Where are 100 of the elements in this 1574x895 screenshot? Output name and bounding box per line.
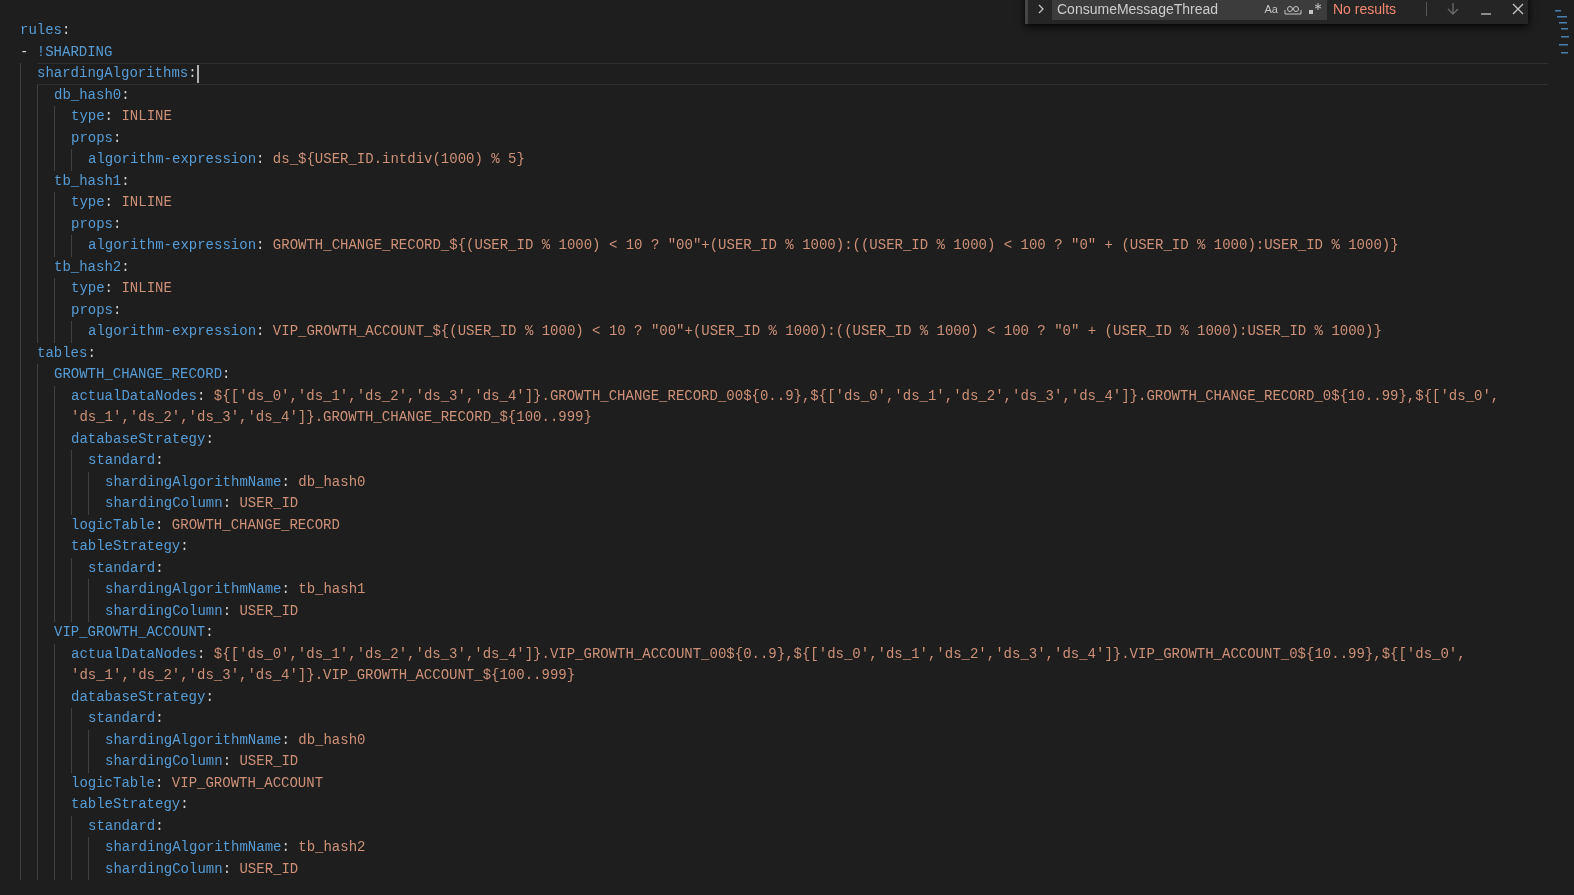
colon: : — [62, 21, 71, 40]
yaml-key: type — [71, 192, 105, 214]
yaml-key: shardingAlgorithmName — [105, 837, 282, 859]
yaml-value: USER_ID — [239, 752, 299, 771]
yaml-key: databaseStrategy — [71, 686, 206, 708]
colon: : — [256, 150, 265, 169]
yaml-key: props — [71, 213, 113, 235]
yaml-key: actualDataNodes — [71, 385, 198, 407]
yaml-key: logicTable — [71, 772, 155, 794]
colon: : — [222, 752, 232, 771]
colon: : — [197, 386, 206, 406]
colon: : — [222, 365, 231, 384]
yaml-value: USER_ID — [239, 494, 299, 513]
yaml-key: shardingAlgorithmName — [105, 471, 282, 493]
regex-icon[interactable] — [1308, 2, 1322, 16]
colon: : — [256, 322, 265, 341]
colon: : — [256, 236, 265, 255]
colon: : — [180, 537, 189, 556]
yaml-key: shardingColumn — [105, 600, 223, 622]
colon: : — [155, 816, 164, 836]
yaml-value: 'ds_1','ds_2','ds_3','ds_4']}.VIP_GROWTH_ACCOUNT_${100..999} — [71, 666, 576, 685]
yaml-value: INLINE — [121, 193, 172, 212]
colon: : — [205, 623, 214, 642]
chevron-right-icon[interactable] — [1036, 3, 1046, 15]
colon: : — [180, 795, 189, 814]
colon: : — [87, 343, 96, 363]
yaml-key: algorithm-expression — [88, 235, 257, 257]
yaml-value: ds_${USER_ID.intdiv(1000) % 5} — [272, 150, 525, 169]
yaml-tag: !SHARDING — [36, 41, 113, 63]
yaml-key: VIP_GROWTH_ACCOUNT — [54, 622, 206, 644]
colon: : — [113, 214, 122, 234]
yaml-key: rules — [20, 20, 62, 42]
yaml-value: ${['ds_0','ds_1','ds_2','ds_3','ds_4']}.GROWTH_CHANGE_RECORD_00${0..9},${['ds_0','ds_1','ds_2','ds_3','ds_4']}.GROWTH_CHANGE_RECORD_0${10..99},${['ds_0', — [213, 386, 1500, 406]
colon: : — [104, 193, 113, 212]
colon: : — [155, 515, 164, 535]
yaml-key: standard — [88, 815, 156, 837]
colon: : — [281, 730, 290, 750]
yaml-value: tb_hash1 — [298, 580, 366, 599]
yaml-key: logicTable — [71, 514, 155, 536]
yaml-value: USER_ID — [239, 859, 299, 879]
colon: : — [121, 171, 130, 191]
yaml-key: db_hash0 — [54, 84, 122, 106]
colon: : — [205, 429, 214, 449]
yaml-key: actualDataNodes — [71, 643, 198, 665]
yaml-key: algorithm-expression — [88, 321, 257, 343]
close-icon[interactable] — [1511, 2, 1526, 16]
colon: : — [113, 300, 122, 320]
colon: : — [155, 709, 164, 728]
yaml-key: shardingColumn — [105, 751, 223, 773]
colon: : — [205, 687, 214, 707]
yaml-key: algorithm-expression — [88, 149, 257, 171]
yaml-value: 'ds_1','ds_2','ds_3','ds_4']}.GROWTH_CHANGE_RECORD_${100..999} — [71, 408, 592, 427]
yaml-key: shardingAlgorithmName — [105, 579, 282, 601]
colon: : — [222, 859, 232, 879]
yaml-value: VIP_GROWTH_ACCOUNT_${(USER_ID % 1000) < 10 ? "00"+(USER_ID % 1000):((USER_ID % 1000) < 100 ? "0" + (USER_ID % 1000):USER_ID % 1000)} — [272, 322, 1382, 341]
colon: : — [222, 494, 232, 513]
yaml-key: shardingAlgorithmName — [105, 729, 282, 751]
colon: : — [281, 472, 290, 492]
yaml-value: USER_ID — [239, 601, 299, 621]
yaml-key: shardingColumn — [105, 858, 223, 880]
yaml-value: GROWTH_CHANGE_RECORD_${(USER_ID % 1000) < 10 ? "00"+(USER_ID % 1000):((USER_ID % 1000) < 100 ? "0" + (USER_ID % 1000):USER_ID % 1000)} — [272, 236, 1399, 255]
colon: : — [281, 838, 290, 857]
colon: : — [121, 85, 130, 105]
yaml-key: standard — [88, 450, 156, 472]
colon: : — [104, 107, 113, 126]
yaml-key: props — [71, 127, 113, 149]
yaml-key: shardingColumn — [105, 493, 223, 515]
yaml-value: INLINE — [121, 107, 172, 126]
yaml-key: standard — [88, 708, 156, 730]
yaml-key: standard — [88, 557, 156, 579]
colon: : — [113, 128, 122, 148]
colon: : — [104, 279, 113, 298]
text-cursor — [196, 64, 199, 83]
yaml-key: tableStrategy — [71, 794, 181, 816]
find-input[interactable]: ConsumeMessageThread Aa — [1052, 0, 1327, 20]
colon: : — [197, 644, 206, 664]
colon: : — [121, 257, 130, 277]
yaml-value: tb_hash2 — [298, 838, 366, 857]
no-results-text: No results — [1333, 0, 1397, 19]
colon: : — [222, 601, 232, 621]
yaml-key: type — [71, 278, 105, 300]
yaml-key: type — [71, 106, 105, 128]
yaml-key: databaseStrategy — [71, 428, 206, 450]
yaml-key: tb_hash1 — [54, 170, 122, 192]
colon: : — [155, 451, 164, 470]
yaml-key: tb_hash2 — [54, 256, 122, 278]
yaml-value: db_hash0 — [298, 730, 366, 750]
yaml-key: tableStrategy — [71, 536, 181, 558]
yaml-key: props — [71, 299, 113, 321]
find-query: ConsumeMessageThread — [1057, 0, 1219, 19]
match-case-toggle[interactable]: Aa — [1264, 0, 1278, 18]
colon: : — [281, 580, 290, 599]
yaml-key: shardingAlgorithms — [37, 63, 189, 85]
yaml-value: INLINE — [121, 279, 172, 298]
yaml-value: ${['ds_0','ds_1','ds_2','ds_3','ds_4']}.VIP_GROWTH_ACCOUNT_00${0..9},${['ds_0','ds_1','ds_2','ds_3','ds_4']}.VIP_GROWTH_ACCOUNT_0${10..99},${['ds_0', — [213, 644, 1466, 664]
yaml-key: tables — [37, 342, 88, 364]
yaml-value: db_hash0 — [298, 472, 366, 492]
yaml-key: GROWTH_CHANGE_RECORD — [54, 364, 223, 386]
yaml-value: VIP_GROWTH_ACCOUNT — [171, 773, 324, 793]
colon: : — [188, 64, 197, 83]
